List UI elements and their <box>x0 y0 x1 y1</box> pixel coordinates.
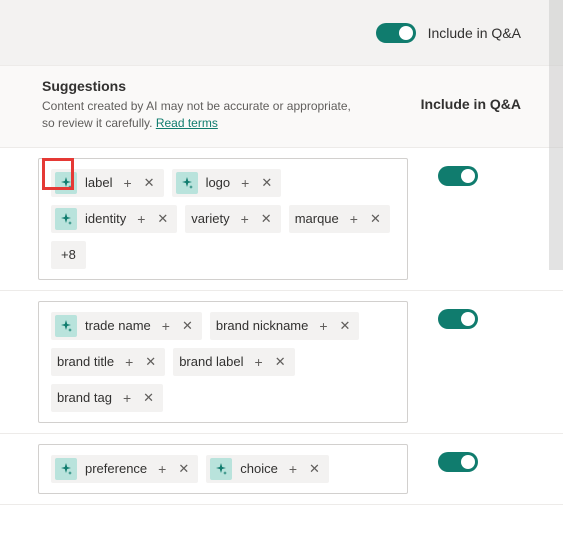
row-toggle-cell <box>438 444 478 472</box>
chip-label: trade name <box>83 318 153 333</box>
synonym-chip[interactable]: marque + ✕ <box>289 205 390 233</box>
include-qna-toggle-row[interactable] <box>438 452 478 472</box>
add-icon[interactable]: + <box>155 462 169 476</box>
add-icon[interactable]: + <box>347 212 361 226</box>
synonym-chip[interactable]: brand label + ✕ <box>173 348 294 376</box>
close-icon[interactable]: ✕ <box>175 462 192 475</box>
synonym-chip[interactable]: identity + ✕ <box>51 205 177 233</box>
row-toggle-cell <box>438 301 478 329</box>
vertical-scrollbar[interactable] <box>549 0 563 270</box>
add-icon[interactable]: + <box>286 462 300 476</box>
add-icon[interactable]: + <box>120 391 134 405</box>
overflow-chip[interactable]: +8 <box>51 241 86 269</box>
sparkle-icon <box>210 458 232 480</box>
synonym-chip[interactable]: variety + ✕ <box>185 205 280 233</box>
chip-label: label <box>83 175 114 190</box>
close-icon[interactable]: ✕ <box>258 212 275 225</box>
add-icon[interactable]: + <box>316 319 330 333</box>
close-icon[interactable]: ✕ <box>140 391 157 404</box>
close-icon[interactable]: ✕ <box>141 176 158 189</box>
chip-container[interactable]: trade name + ✕ brand nickname + ✕ brand title +… <box>38 301 408 423</box>
chip-label: brand nickname <box>214 318 311 333</box>
add-icon[interactable]: + <box>159 319 173 333</box>
add-icon[interactable]: + <box>134 212 148 226</box>
add-icon[interactable]: + <box>122 355 136 369</box>
suggestions-header: Suggestions Content created by AI may no… <box>0 65 563 148</box>
close-icon[interactable]: ✕ <box>154 212 171 225</box>
synonym-chip[interactable]: preference + ✕ <box>51 455 198 483</box>
synonym-chip[interactable]: choice + ✕ <box>206 455 329 483</box>
close-icon[interactable]: ✕ <box>306 462 323 475</box>
suggestions-description: Content created by AI may not be accurat… <box>42 98 362 133</box>
close-icon[interactable]: ✕ <box>337 319 354 332</box>
synonym-chip[interactable]: logo + ✕ <box>172 169 282 197</box>
suggestion-rows: label + ✕ logo + ✕ identity + ✕ variety + ✕ marque + ✕… <box>0 148 563 505</box>
close-icon[interactable]: ✕ <box>272 355 289 368</box>
close-icon[interactable]: ✕ <box>367 212 384 225</box>
chip-label: variety <box>189 211 231 226</box>
include-qna-column-header: Include in Q&A <box>421 78 521 112</box>
suggestions-title: Suggestions <box>42 78 362 94</box>
add-icon[interactable]: + <box>238 176 252 190</box>
synonym-chip[interactable]: label + ✕ <box>51 169 164 197</box>
include-qna-label-top: Include in Q&A <box>428 25 521 41</box>
top-bar: Include in Q&A <box>0 0 563 65</box>
synonym-chip[interactable]: brand tag + ✕ <box>51 384 163 412</box>
sparkle-icon <box>55 458 77 480</box>
row-toggle-cell <box>438 158 478 186</box>
chip-label: identity <box>83 211 128 226</box>
chip-label: brand tag <box>55 390 114 405</box>
include-qna-toggle-top[interactable] <box>376 23 416 43</box>
chip-label: choice <box>238 461 280 476</box>
chip-label: brand label <box>177 354 245 369</box>
include-qna-toggle-row[interactable] <box>438 166 478 186</box>
sparkle-icon <box>55 315 77 337</box>
add-icon[interactable]: + <box>238 212 252 226</box>
close-icon[interactable]: ✕ <box>179 319 196 332</box>
include-qna-toggle-row[interactable] <box>438 309 478 329</box>
suggestion-row: label + ✕ logo + ✕ identity + ✕ variety + ✕ marque + ✕… <box>0 148 563 291</box>
synonym-chip[interactable]: brand title + ✕ <box>51 348 165 376</box>
chip-label: logo <box>204 175 233 190</box>
suggestion-row: preference + ✕ choice + ✕ <box>0 434 563 505</box>
chip-label: preference <box>83 461 149 476</box>
suggestion-row: trade name + ✕ brand nickname + ✕ brand title +… <box>0 291 563 434</box>
add-icon[interactable]: + <box>120 176 134 190</box>
synonym-chip[interactable]: trade name + ✕ <box>51 312 202 340</box>
sparkle-icon <box>55 208 77 230</box>
synonym-chip[interactable]: brand nickname + ✕ <box>210 312 360 340</box>
chip-container[interactable]: preference + ✕ choice + ✕ <box>38 444 408 494</box>
read-terms-link[interactable]: Read terms <box>156 116 218 130</box>
close-icon[interactable]: ✕ <box>258 176 275 189</box>
chip-label: brand title <box>55 354 116 369</box>
chip-container[interactable]: label + ✕ logo + ✕ identity + ✕ variety + ✕ marque + ✕… <box>38 158 408 280</box>
sparkle-icon <box>55 172 77 194</box>
add-icon[interactable]: + <box>252 355 266 369</box>
close-icon[interactable]: ✕ <box>142 355 159 368</box>
chip-label: marque <box>293 211 341 226</box>
sparkle-icon <box>176 172 198 194</box>
